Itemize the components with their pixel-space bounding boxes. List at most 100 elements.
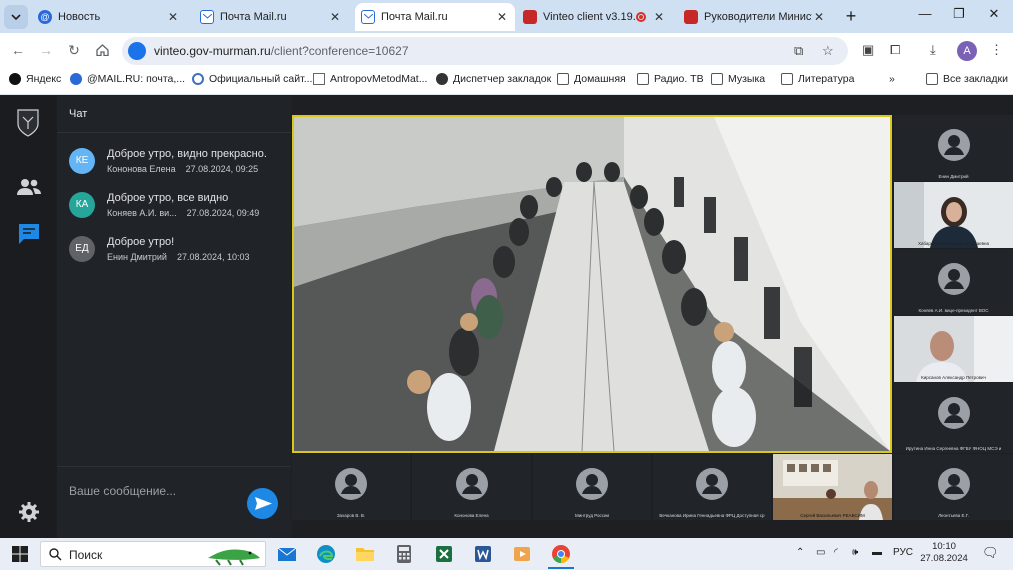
chat-message: КА Доброе утро, все видно Коняев А.И. ви…: [69, 192, 291, 232]
participant-tile[interactable]: Минтруд России: [533, 454, 651, 520]
bookmark-official-site[interactable]: Официальный сайт...: [192, 73, 312, 85]
bookmark-folder-music[interactable]: Музыка: [711, 73, 765, 85]
video-player-icon[interactable]: [512, 544, 532, 564]
forward-button[interactable]: →: [36, 41, 56, 61]
site-info-icon[interactable]: [128, 42, 146, 60]
bookmark-star-icon[interactable]: ☆: [822, 43, 834, 59]
extensions-icon[interactable]: ⧠: [890, 42, 900, 58]
close-icon[interactable]: ✕: [652, 10, 666, 24]
bookmark-folder-literature[interactable]: Литература: [781, 73, 854, 85]
settings-gear-icon[interactable]: [16, 501, 42, 523]
tab-ministry[interactable]: Руководители Министер ✕: [678, 3, 832, 31]
participant-tile[interactable]: Коняев А.И. вице-президент ВОС: [894, 249, 1013, 315]
main-video-stage[interactable]: [292, 115, 892, 453]
document-icon: [313, 73, 325, 85]
chat-message-input[interactable]: Ваше сообщение...: [69, 484, 176, 498]
address-bar[interactable]: vinteo.gov-murman.ru/client?conference=1…: [122, 37, 848, 65]
folder-icon: [637, 73, 649, 85]
tray-device-icon[interactable]: ▭: [816, 547, 825, 558]
reload-button[interactable]: ↻: [64, 41, 84, 61]
chat-panel: Чат КЕ Доброе утро, видно прекрасно. Кон…: [57, 96, 291, 538]
participant-tile[interactable]: Сергей Васильевич РЕАБСИМ: [773, 454, 892, 520]
crocodile-icon: [208, 549, 260, 566]
menu-icon[interactable]: ⋮: [990, 42, 1003, 58]
send-button[interactable]: [247, 488, 278, 519]
close-window-button[interactable]: ✕: [979, 6, 1009, 26]
send-icon: [255, 497, 272, 510]
close-icon[interactable]: ✕: [495, 10, 509, 24]
language-indicator[interactable]: РУС: [893, 547, 913, 558]
participant-video: [894, 316, 1013, 382]
home-icon: [95, 44, 109, 57]
message-author: Коняев А.И. ви...: [107, 208, 177, 218]
battery-icon[interactable]: ▬: [872, 547, 882, 558]
maximize-button[interactable]: ❐: [944, 6, 974, 26]
minimize-button[interactable]: —: [910, 6, 940, 26]
system-clock[interactable]: 10:10 27.08.2024: [920, 541, 968, 565]
calculator-icon[interactable]: [394, 544, 414, 564]
bookmark-yandex[interactable]: Яндекс: [9, 73, 61, 85]
bookmarks-overflow[interactable]: »: [889, 73, 895, 85]
tab-news[interactable]: @ Новость ✕: [32, 3, 186, 31]
bookmark-folder-home[interactable]: Домашняя: [557, 73, 626, 85]
participant-tile[interactable]: Ирутина Инна Сергеевна ФГБУ ФНОЦ МСЭ и: [894, 383, 1013, 453]
mail-app-icon[interactable]: [277, 544, 297, 564]
vinteo-app: Чат КЕ Доброе утро, видно прекрасно. Кон…: [0, 96, 1013, 538]
participant-tile[interactable]: Енин Дмитрий: [894, 115, 1013, 181]
participant-tile[interactable]: Леонтьева Е.Г.: [894, 454, 1013, 520]
tray-overflow-icon[interactable]: ⌃: [796, 547, 804, 558]
participant-tile[interactable]: Кирсанов Александр Петрович: [894, 316, 1013, 382]
windows-start-icon[interactable]: [10, 544, 30, 564]
close-icon[interactable]: ✕: [812, 10, 826, 24]
notifications-icon[interactable]: 🗨: [982, 545, 999, 561]
bookmark-folder-radio[interactable]: Радио. ТВ: [637, 73, 704, 85]
conference-room-video: [294, 117, 890, 451]
participant-tile[interactable]: Кононова Елена: [412, 454, 531, 520]
edge-icon[interactable]: [316, 544, 336, 564]
participant-video: [773, 454, 892, 520]
tab-mail-1[interactable]: Почта Mail.ru ✕: [194, 3, 348, 31]
excel-icon[interactable]: [434, 544, 454, 564]
word-icon[interactable]: [473, 544, 493, 564]
tab-strip: @ Новость ✕ Почта Mail.ru ✕ Почта Mail.r…: [0, 0, 1013, 33]
bookmark-mailru[interactable]: @MAIL.RU: почта,...: [70, 73, 185, 85]
chat-icon[interactable]: [16, 223, 42, 245]
user-placeholder-icon: [937, 397, 970, 429]
chat-message: ЕД Доброе утро! Енин Дмитрий 27.08.2024, …: [69, 236, 291, 276]
user-placeholder-icon: [455, 468, 488, 500]
participants-icon[interactable]: [16, 176, 42, 198]
message-author: Енин Дмитрий: [107, 252, 167, 262]
bookmark-manager[interactable]: Диспетчер закладок: [436, 73, 551, 85]
profile-avatar[interactable]: A: [957, 41, 977, 61]
mailru-icon: @: [38, 10, 52, 24]
participant-tile[interactable]: Вечканова Ирина Геннадьевна ФРЦ Доступна…: [653, 454, 771, 520]
new-tab-button[interactable]: +: [840, 6, 862, 28]
chrome-icon[interactable]: [551, 544, 571, 564]
user-placeholder-icon: [937, 468, 970, 500]
tab-search-button[interactable]: [4, 5, 28, 29]
divider: [57, 466, 291, 467]
user-placeholder-icon: [335, 468, 367, 500]
tab-vinteo[interactable]: Vinteo client v3.19.0 ✕: [517, 3, 672, 31]
participant-tile[interactable]: Захаров В. В.: [292, 454, 410, 520]
back-button[interactable]: ←: [8, 41, 28, 61]
participant-video: [894, 182, 1013, 248]
participant-tile[interactable]: Хабаровская Марина Николаевна: [894, 182, 1013, 248]
close-icon[interactable]: ✕: [328, 10, 342, 24]
file-explorer-icon[interactable]: [355, 544, 375, 564]
tab-mail-2[interactable]: Почта Mail.ru ✕: [355, 3, 515, 31]
home-button[interactable]: [92, 41, 112, 61]
taskbar-search[interactable]: Поиск: [40, 541, 266, 567]
download-icon[interactable]: ⤓: [930, 42, 936, 58]
mail-icon: [200, 10, 214, 24]
search-icon: [49, 548, 62, 561]
media-icon[interactable]: ▣: [862, 42, 874, 58]
bookmark-antropov[interactable]: AntropovMetodMat...: [313, 73, 427, 85]
close-icon[interactable]: ✕: [166, 10, 180, 24]
cast-icon[interactable]: ⧉: [794, 43, 803, 59]
yandex-icon: [9, 73, 21, 85]
wifi-icon[interactable]: ◜: [834, 547, 838, 558]
url-text[interactable]: vinteo.gov-murman.ru/client?conference=1…: [154, 44, 409, 58]
all-bookmarks[interactable]: Все закладки: [926, 73, 1008, 85]
volume-icon[interactable]: 🕪: [852, 547, 858, 558]
